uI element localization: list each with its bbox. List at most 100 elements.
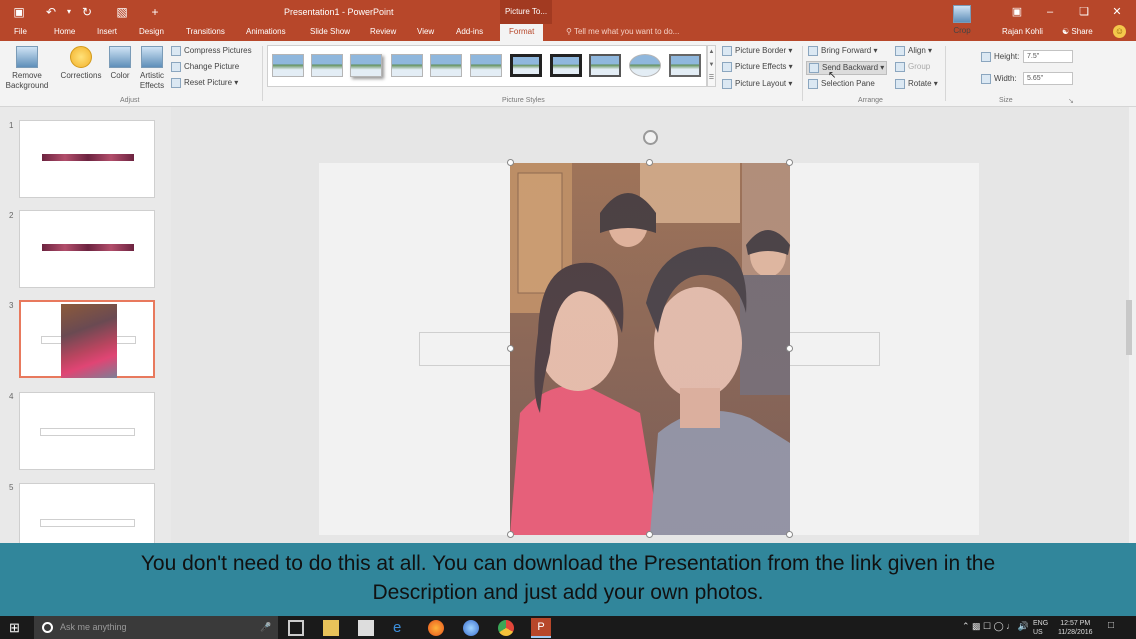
tab-add-ins[interactable]: Add-ins xyxy=(456,27,483,36)
resize-handle-left[interactable] xyxy=(507,345,514,352)
group-divider xyxy=(945,46,946,101)
align-button[interactable]: Align ▾ xyxy=(895,46,932,56)
tab-file[interactable]: File xyxy=(14,27,27,36)
picture-effects-button[interactable]: Picture Effects ▾ xyxy=(722,62,793,72)
file-explorer-icon[interactable] xyxy=(323,620,339,636)
selected-picture[interactable] xyxy=(510,163,790,535)
tab-design[interactable]: Design xyxy=(139,27,164,36)
notifications-icon[interactable]: □ xyxy=(1108,620,1114,631)
user-name[interactable]: Rajan Kohli xyxy=(1002,27,1043,36)
picture-styles-group-label: Picture Styles xyxy=(502,97,545,104)
change-picture-icon xyxy=(171,62,181,72)
chrome-icon[interactable] xyxy=(498,620,514,636)
change-picture-button[interactable]: Change Picture xyxy=(171,62,239,72)
picture-style-5[interactable] xyxy=(430,54,462,77)
video-caption: You don't need to do this at all. You ca… xyxy=(0,543,1136,616)
picture-style-1[interactable] xyxy=(272,54,304,77)
feedback-smiley-icon[interactable]: ☺ xyxy=(1113,25,1126,38)
browser-icon[interactable] xyxy=(463,620,479,636)
restore-icon[interactable]: ❏ xyxy=(1075,4,1093,20)
add-icon[interactable]: + xyxy=(148,5,162,19)
bring-forward-icon xyxy=(808,46,818,56)
scrollbar-thumb[interactable] xyxy=(1126,300,1132,355)
slide-thumbnail-1[interactable] xyxy=(19,120,155,198)
corrections-icon xyxy=(70,46,92,68)
size-dialog-launcher-icon[interactable]: ↘ xyxy=(1068,97,1074,105)
powerpoint-taskbar-icon[interactable]: P xyxy=(531,618,551,638)
resize-handle-top[interactable] xyxy=(646,159,653,166)
minimize-icon[interactable]: – xyxy=(1041,4,1059,20)
crop-button[interactable]: Crop xyxy=(951,5,973,35)
ribbon-display-icon[interactable]: ▣ xyxy=(1008,4,1026,20)
corrections-button[interactable]: Corrections xyxy=(58,46,104,80)
slide-thumbnail-3[interactable] xyxy=(19,300,155,378)
tab-view[interactable]: View xyxy=(417,27,434,36)
compress-pictures-button[interactable]: Compress Pictures xyxy=(171,46,252,56)
bring-forward-button[interactable]: Bring Forward ▾ xyxy=(808,46,878,56)
tray-icons[interactable]: ⌃ ▩ ☐ ◯ ♩ 🔊 xyxy=(962,621,1029,632)
picture-layout-button[interactable]: Picture Layout ▾ xyxy=(722,79,792,89)
store-icon[interactable] xyxy=(358,620,374,636)
rotate-handle-icon[interactable] xyxy=(643,130,658,145)
cortana-search-box[interactable]: Ask me anything 🎤 xyxy=(34,616,278,639)
window-title: Presentation1 - PowerPoint xyxy=(284,7,394,17)
tab-transitions[interactable]: Transitions xyxy=(186,27,225,36)
lightbulb-icon: ⚲ xyxy=(566,27,574,36)
compress-icon xyxy=(171,46,181,56)
undo-dropdown-icon[interactable]: ▾ xyxy=(62,5,76,19)
picture-style-4[interactable] xyxy=(391,54,423,77)
picture-style-8[interactable] xyxy=(550,54,582,77)
tell-me-box[interactable]: ⚲ Tell me what you want to do... xyxy=(566,27,679,36)
firefox-icon[interactable] xyxy=(428,620,444,636)
redo-icon[interactable]: ↻ xyxy=(80,5,94,19)
close-icon[interactable]: ✕ xyxy=(1108,4,1126,20)
width-input[interactable]: 5.65" xyxy=(1023,72,1073,85)
send-backward-button[interactable]: Send Backward ▾ xyxy=(806,61,888,75)
windows-start-icon[interactable]: ⊞ xyxy=(9,620,25,636)
color-button[interactable]: Color xyxy=(106,46,134,80)
picture-style-7[interactable] xyxy=(510,54,542,77)
picture-style-10[interactable] xyxy=(629,54,661,77)
tab-review[interactable]: Review xyxy=(370,27,396,36)
picture-border-button[interactable]: Picture Border ▾ xyxy=(722,46,792,56)
couple-selfie-image xyxy=(510,163,790,535)
share-button[interactable]: ☯ Share xyxy=(1062,27,1093,36)
windows-taskbar: ⊞ Ask me anything 🎤 e P ⌃ ▩ ☐ ◯ ♩ 🔊 ENG U… xyxy=(0,616,1136,639)
save-icon[interactable]: ▣ xyxy=(12,5,26,19)
group-button[interactable]: Group xyxy=(895,62,930,72)
task-view-icon[interactable] xyxy=(288,620,304,636)
tab-home[interactable]: Home xyxy=(54,27,75,36)
picture-style-9[interactable] xyxy=(589,54,621,77)
artistic-effects-icon xyxy=(141,46,163,68)
picture-style-3[interactable] xyxy=(350,54,382,77)
picture-style-2[interactable] xyxy=(311,54,343,77)
slide-thumbnail-4[interactable] xyxy=(19,392,155,470)
resize-handle-right[interactable] xyxy=(786,345,793,352)
customize-icon[interactable]: ▧ xyxy=(115,5,129,19)
input-language[interactable]: ENG US xyxy=(1033,619,1048,637)
clock[interactable]: 12:57 PM 11/28/2016 xyxy=(1058,619,1093,637)
edge-browser-icon[interactable]: e xyxy=(393,620,409,636)
height-input[interactable]: 7.5" xyxy=(1023,50,1073,63)
tab-animations[interactable]: Animations xyxy=(246,27,286,36)
adjust-group-label: Adjust xyxy=(120,97,140,104)
remove-background-button[interactable]: Remove Background xyxy=(4,46,50,91)
artistic-effects-button[interactable]: Artistic Effects xyxy=(136,46,168,91)
tab-insert[interactable]: Insert xyxy=(97,27,117,36)
rotate-button[interactable]: Rotate ▾ xyxy=(895,79,938,89)
selection-pane-button[interactable]: Selection Pane xyxy=(808,79,875,89)
resize-handle-top-left[interactable] xyxy=(507,159,514,166)
picture-style-6[interactable] xyxy=(470,54,502,77)
tab-format[interactable]: Format xyxy=(500,24,544,41)
resize-handle-bottom-left[interactable] xyxy=(507,531,514,538)
tab-slide-show[interactable]: Slide Show xyxy=(310,27,350,36)
picture-style-11[interactable] xyxy=(669,54,701,77)
reset-picture-button[interactable]: Reset Picture ▾ xyxy=(171,78,238,88)
undo-icon[interactable]: ↶ xyxy=(44,5,58,19)
microphone-icon[interactable]: 🎤 xyxy=(260,616,271,639)
gallery-scroll-icon[interactable]: ▲ ▼ ☰ xyxy=(707,45,716,87)
resize-handle-top-right[interactable] xyxy=(786,159,793,166)
resize-handle-bottom-right[interactable] xyxy=(786,531,793,538)
resize-handle-bottom[interactable] xyxy=(646,531,653,538)
slide-thumbnail-2[interactable] xyxy=(19,210,155,288)
